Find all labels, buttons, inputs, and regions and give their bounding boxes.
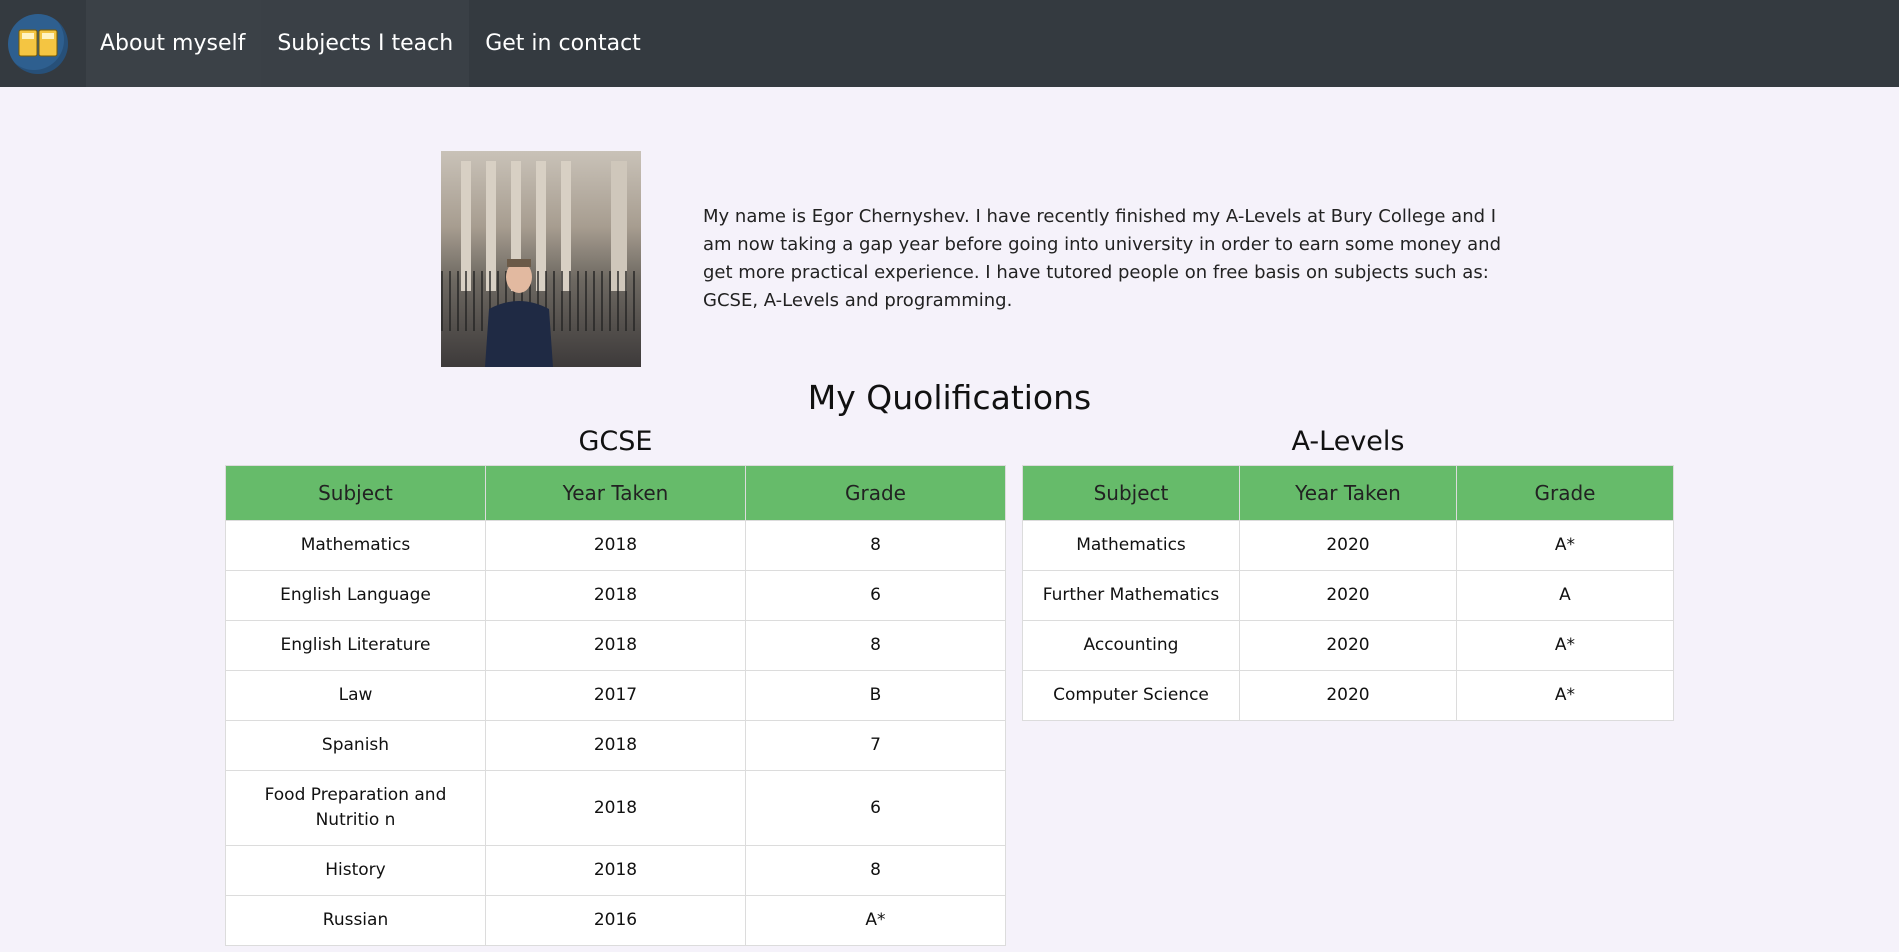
- cell-subject: Computer Science: [1022, 670, 1240, 721]
- cell-grade: A*: [1456, 620, 1674, 671]
- cell-year: 2018: [485, 845, 746, 896]
- cell-year: 2016: [485, 895, 746, 946]
- table-row: Further Mathematics 2020 A: [1022, 570, 1674, 621]
- column-header-subject: Subject: [225, 465, 486, 521]
- cell-subject: Mathematics: [225, 520, 486, 571]
- table-row: English Language 2018 6: [225, 570, 1006, 621]
- table-row: Accounting 2020 A*: [1022, 620, 1674, 671]
- column-header-subject: Subject: [1022, 465, 1240, 521]
- cell-subject: Russian: [225, 895, 486, 946]
- gcse-table: Subject Year Taken Grade Mathematics 201…: [225, 465, 1006, 946]
- cell-subject: History: [225, 845, 486, 896]
- cell-year: 2018: [485, 570, 746, 621]
- navbar: About myself Subjects I teach Get in con…: [0, 0, 1899, 87]
- qualifications-title: My Quolifications: [807, 378, 1092, 417]
- column-header-year-taken: Year Taken: [1239, 465, 1457, 521]
- nav-get-in-contact[interactable]: Get in contact: [469, 0, 657, 87]
- cell-grade: 8: [745, 520, 1006, 571]
- alevels-section: A-Levels Subject Year Taken Grade Mathem…: [1022, 426, 1674, 721]
- table-row: Food Preparation and Nutritio n 2018 6: [225, 770, 1006, 846]
- table-row: Computer Science 2020 A*: [1022, 670, 1674, 721]
- book-logo-icon[interactable]: [8, 13, 68, 74]
- cell-grade: A: [1456, 570, 1674, 621]
- column-header-grade: Grade: [1456, 465, 1674, 521]
- table-row: History 2018 8: [225, 845, 1006, 896]
- profile-photo: [441, 151, 641, 367]
- cell-subject: Accounting: [1022, 620, 1240, 671]
- cell-grade: 6: [745, 570, 1006, 621]
- cell-year: 2018: [485, 620, 746, 671]
- nav-about-myself[interactable]: About myself: [86, 0, 262, 87]
- alevels-title: A-Levels: [1291, 426, 1405, 457]
- table-row: Russian 2016 A*: [225, 895, 1006, 946]
- cell-grade: A*: [1456, 520, 1674, 571]
- cell-subject: Spanish: [225, 720, 486, 771]
- bio-text: My name is Egor Chernyshev. I have recen…: [703, 206, 1502, 311]
- table-row: Law 2017 B: [225, 670, 1006, 721]
- gcse-section: GCSE Subject Year Taken Grade Mathematic…: [225, 426, 1006, 946]
- cell-year: 2017: [485, 670, 746, 721]
- cell-year: 2018: [485, 520, 746, 571]
- nav-subjects-i-teach[interactable]: Subjects I teach: [261, 0, 469, 87]
- cell-year: 2020: [1239, 670, 1457, 721]
- cell-year: 2018: [485, 720, 746, 771]
- cell-grade: 8: [745, 620, 1006, 671]
- cell-grade: B: [745, 670, 1006, 721]
- gcse-title: GCSE: [578, 426, 653, 457]
- cell-grade: A*: [745, 895, 1006, 946]
- table-row: Mathematics 2020 A*: [1022, 520, 1674, 571]
- cell-subject: English Literature: [225, 620, 486, 671]
- cell-grade: A*: [1456, 670, 1674, 721]
- column-header-year-taken: Year Taken: [485, 465, 746, 521]
- cell-subject: Further Mathematics: [1022, 570, 1240, 621]
- cell-grade: 6: [745, 770, 1006, 846]
- cell-grade: 8: [745, 845, 1006, 896]
- cell-subject: Food Preparation and Nutritio n: [225, 770, 486, 846]
- table-row: Spanish 2018 7: [225, 720, 1006, 771]
- cell-subject: English Language: [225, 570, 486, 621]
- cell-subject: Law: [225, 670, 486, 721]
- cell-subject: Mathematics: [1022, 520, 1240, 571]
- cell-grade: 7: [745, 720, 1006, 771]
- cell-year: 2018: [485, 770, 746, 846]
- cell-year: 2020: [1239, 520, 1457, 571]
- column-header-grade: Grade: [745, 465, 1006, 521]
- table-row: English Literature 2018 8: [225, 620, 1006, 671]
- table-row: Mathematics 2018 8: [225, 520, 1006, 571]
- alevels-table: Subject Year Taken Grade Mathematics 202…: [1022, 465, 1674, 721]
- cell-year: 2020: [1239, 570, 1457, 621]
- cell-year: 2020: [1239, 620, 1457, 671]
